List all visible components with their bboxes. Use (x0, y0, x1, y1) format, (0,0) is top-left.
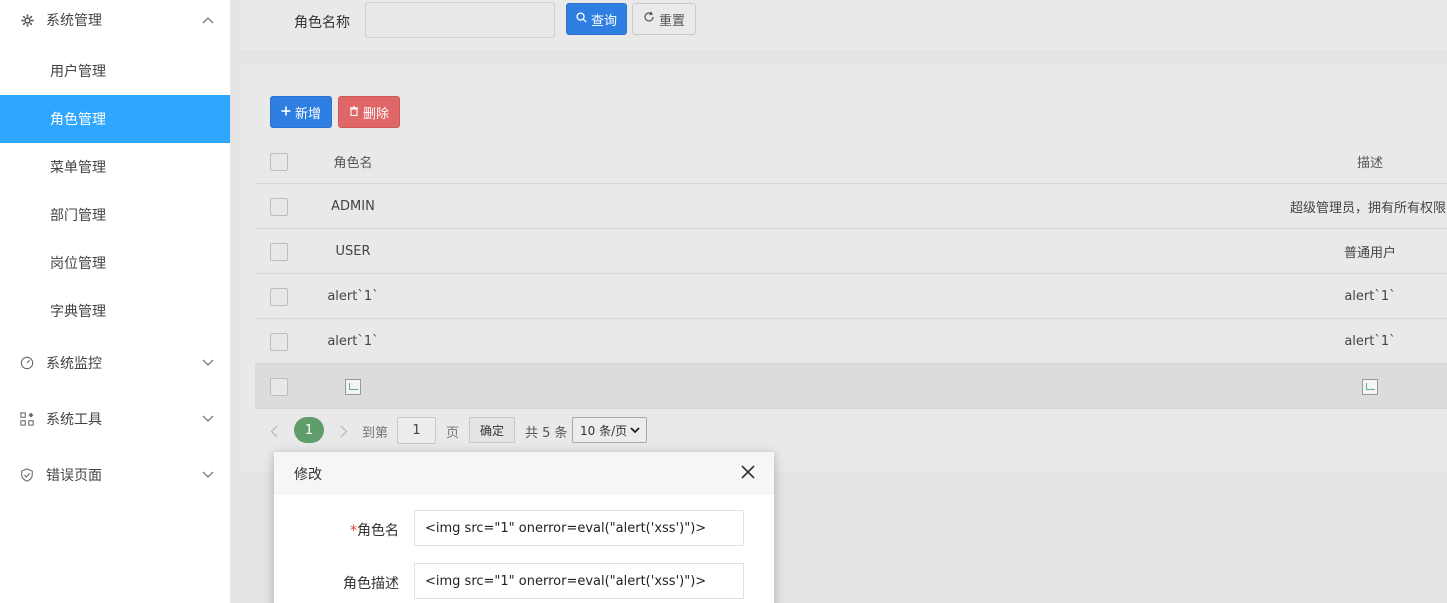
role-desc-cell: alert`1` (1344, 289, 1396, 304)
sidebar-item-post-management[interactable]: 岗位管理 (0, 239, 230, 287)
sidebar-item-label: 菜单管理 (50, 160, 106, 176)
chevron-down-icon (202, 355, 214, 371)
page-size-select[interactable]: 10 条/页 (572, 417, 647, 443)
apps-icon (20, 412, 34, 426)
role-name-cell (323, 364, 383, 409)
menu-group-label: 错误页面 (46, 468, 102, 484)
menu-group-error-pages[interactable]: 错误页面 (0, 455, 230, 495)
prev-page-icon[interactable] (270, 417, 278, 445)
goto-page-input[interactable]: 1 (397, 417, 436, 444)
total-count: 共 5 条 (525, 425, 568, 441)
delete-button[interactable]: 删除 (338, 96, 400, 128)
sidebar-item-label: 部门管理 (50, 208, 106, 224)
current-page[interactable]: 1 (294, 417, 324, 443)
row-checkbox[interactable] (270, 198, 288, 216)
sidebar-item-role-management[interactable]: 角色管理 (0, 95, 230, 143)
search-icon (576, 11, 587, 27)
role-desc-cell: 超级管理员，拥有所有权限 (1290, 201, 1447, 216)
reset-button-label: 重置 (658, 13, 685, 29)
table-row[interactable]: ADMIN 超级管理员，拥有所有权限 (255, 184, 1447, 229)
plus-icon (281, 105, 291, 120)
column-header-desc: 描述 (1356, 156, 1383, 171)
row-checkbox[interactable] (270, 333, 288, 351)
menu-group-label: 系统监控 (46, 356, 102, 372)
menu-group-system-monitor[interactable]: 系统监控 (0, 343, 230, 383)
column-header-name: 角色名 (333, 156, 373, 171)
refresh-icon (643, 11, 655, 27)
role-desc-cell: 普通用户 (1343, 246, 1396, 261)
chevron-down-icon (630, 424, 640, 438)
role-desc-field-label: 角色描述 (343, 576, 399, 592)
role-desc-cell (1290, 364, 1447, 409)
sidebar-item-menu-management[interactable]: 菜单管理 (0, 143, 230, 191)
dialog-title: 修改 (294, 467, 322, 483)
add-button[interactable]: 新增 (270, 96, 332, 128)
next-page-icon[interactable] (340, 417, 348, 445)
sidebar: 系统管理 用户管理 角色管理 菜单管理 部门管理 岗位管理 字典管理 系统监控 … (0, 0, 230, 603)
menu-group-label: 系统工具 (46, 412, 102, 428)
sidebar-item-label: 角色管理 (50, 112, 106, 128)
delete-button-label: 删除 (362, 106, 389, 122)
sidebar-item-label: 岗位管理 (50, 256, 106, 272)
sidebar-item-dept-management[interactable]: 部门管理 (0, 191, 230, 239)
sidebar-item-user-management[interactable]: 用户管理 (0, 47, 230, 95)
role-name-cell: alert`1` (327, 334, 379, 349)
row-checkbox[interactable] (270, 288, 288, 306)
row-checkbox[interactable] (270, 243, 288, 261)
table-row[interactable]: alert`1` alert`1` (255, 274, 1447, 319)
query-button[interactable]: 查询 (566, 3, 627, 35)
role-name-search-input[interactable] (365, 2, 555, 38)
sidebar-item-label: 用户管理 (50, 64, 106, 80)
broken-image-icon (1362, 378, 1378, 395)
chevron-up-icon (202, 12, 214, 28)
menu-group-system-tools[interactable]: 系统工具 (0, 399, 230, 439)
table-row[interactable]: USER 普通用户 (255, 229, 1447, 274)
goto-confirm-button[interactable]: 确定 (469, 417, 515, 443)
table-row[interactable]: alert`1` alert`1` (255, 319, 1447, 364)
role-name-field[interactable]: <img src="1" onerror=eval("alert('xss')"… (414, 510, 744, 546)
role-name-cell: USER (335, 244, 371, 259)
role-name-cell: ADMIN (331, 199, 375, 214)
role-desc-cell: alert`1` (1344, 334, 1396, 349)
role-desc-field[interactable]: <img src="1" onerror=eval("alert('xss')"… (414, 563, 744, 599)
role-name-field-label: *角色名 (299, 520, 399, 540)
role-name-label-text: 角色名 (357, 523, 399, 539)
menu-group-label: 系统管理 (46, 13, 102, 29)
sidebar-item-dict-management[interactable]: 字典管理 (0, 287, 230, 335)
sidebar-item-label: 字典管理 (50, 304, 106, 320)
reset-button[interactable]: 重置 (632, 3, 696, 35)
goto-label: 到第 (362, 425, 389, 441)
search-panel: 角色名称 查询 重置 (240, 0, 1447, 50)
add-button-label: 新增 (294, 106, 321, 122)
chevron-down-icon (202, 411, 214, 427)
required-mark: * (350, 523, 357, 539)
role-name-label: 角色名称 (294, 15, 350, 31)
menu-group-system-management[interactable]: 系统管理 (0, 0, 230, 40)
broken-image-icon (345, 378, 361, 395)
chevron-down-icon (202, 467, 214, 483)
edit-role-dialog: 修改 *角色名 <img src="1" onerror=eval("alert… (274, 452, 774, 603)
close-icon[interactable] (740, 464, 758, 482)
gear-icon (20, 13, 34, 27)
table-row[interactable] (255, 364, 1447, 409)
role-list-panel: 新增 删除 角色名 描述 ADMIN 超级管理员，拥有所有权限 USER 普通用 (240, 64, 1447, 472)
shield-icon (20, 468, 34, 482)
dashboard-icon (20, 356, 34, 370)
table-header-row: 角色名 描述 (255, 139, 1447, 184)
query-button-label: 查询 (590, 13, 617, 29)
role-table: 角色名 描述 ADMIN 超级管理员，拥有所有权限 USER 普通用户 aler… (255, 139, 1447, 409)
role-name-cell: alert`1` (327, 289, 379, 304)
select-all-checkbox[interactable] (270, 153, 288, 171)
dialog-header: 修改 (274, 452, 774, 494)
row-checkbox[interactable] (270, 378, 288, 396)
pagination: 1 到第 1 页 确定 共 5 条 10 条/页 (270, 417, 870, 447)
page-size-value: 10 条/页 (580, 423, 628, 438)
trash-icon (349, 105, 359, 120)
page-unit-label: 页 (446, 425, 460, 441)
